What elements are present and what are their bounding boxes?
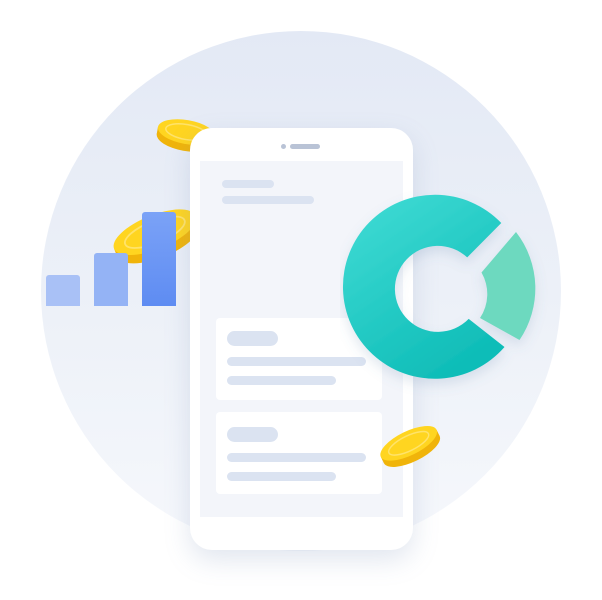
illustration-stage — [0, 0, 602, 600]
placeholder-line — [227, 472, 336, 481]
placeholder-subtitle-line — [222, 196, 314, 204]
chart-bar — [142, 212, 176, 306]
donut-chart-icon — [342, 194, 536, 379]
placeholder-pill — [227, 331, 278, 346]
placeholder-card — [216, 412, 382, 494]
bar-chart-icon — [36, 178, 176, 306]
placeholder-line — [227, 376, 336, 385]
donut-segment — [480, 232, 536, 340]
placeholder-pill — [227, 427, 278, 442]
phone-speaker — [290, 144, 320, 149]
gold-coin-icon — [380, 425, 441, 467]
chart-bar — [46, 275, 80, 306]
placeholder-title-line — [222, 180, 274, 188]
phone-camera — [281, 144, 286, 149]
placeholder-line — [227, 453, 366, 462]
chart-bar — [94, 253, 128, 306]
donut-main-arc — [342, 194, 505, 379]
